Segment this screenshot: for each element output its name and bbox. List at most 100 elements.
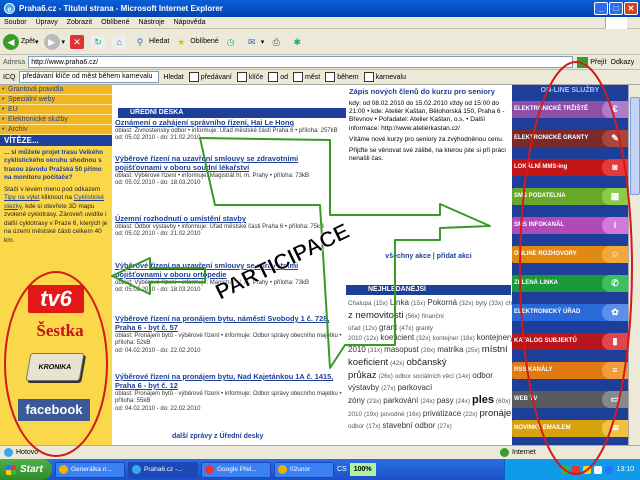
tag-link[interactable]: grant <box>379 323 397 332</box>
refresh-button[interactable]: ↻ <box>91 34 107 49</box>
window-title: Praha6.cz - Titulní strana - Microsoft I… <box>19 4 223 13</box>
nav-item[interactable]: Archiv <box>0 125 112 135</box>
tray-icon[interactable] <box>572 465 581 474</box>
menu-view[interactable]: Zobrazit <box>67 19 92 26</box>
highlight-word[interactable]: karnevalu <box>363 72 406 82</box>
service-button[interactable]: KATALOG SUBJEKTŮ ▮ <box>512 333 628 350</box>
service-button[interactable]: ELEKTRONICKÉ GRANTY ✎ <box>512 130 628 147</box>
nav-item[interactable]: EU <box>0 105 112 115</box>
notice-title[interactable]: Výběrové řízení na pronájem bytu, náměst… <box>115 314 345 333</box>
messenger-button[interactable]: ✱ <box>290 35 306 49</box>
service-button[interactable]: WEB TV ▭ <box>512 391 628 408</box>
highlight-word[interactable]: měst <box>293 72 320 82</box>
tag-link[interactable]: stavební odbor <box>382 421 435 430</box>
tag-link[interactable]: byty <box>475 300 487 307</box>
notice-meta: oblast: Výběrové řízení • informuje: Mag… <box>115 279 309 286</box>
vertical-scrollbar[interactable] <box>628 85 640 445</box>
tag-link[interactable]: Linka <box>390 298 409 307</box>
notice-title[interactable]: Výběrové řízení na pronájem bytu, Nad Ka… <box>115 372 345 391</box>
tray-icon[interactable] <box>583 465 592 474</box>
sestka-logo[interactable]: Šestka <box>20 321 100 341</box>
back-button[interactable]: ◀ Zpět ▾ <box>3 33 39 50</box>
tag-link[interactable]: ples <box>472 394 494 406</box>
tag-link[interactable]: kontejner <box>433 335 459 342</box>
toolbar-search-button[interactable]: Hledat <box>163 74 183 81</box>
event-title[interactable]: Zápis nových členů do kurzu pro seniory <box>349 87 508 97</box>
tray-icon[interactable] <box>561 465 570 474</box>
maximize-button[interactable]: □ <box>609 2 623 15</box>
tag-link[interactable]: masopust <box>384 345 419 354</box>
menu-help[interactable]: Nápověda <box>174 19 206 26</box>
zoom-indicator[interactable]: 100% <box>349 463 376 476</box>
service-button[interactable]: NOVINKY EMAILEM ✉ <box>512 420 628 437</box>
mail-button[interactable]: ✉ ▾ <box>245 35 264 49</box>
tag-link[interactable]: povodně <box>380 411 404 418</box>
tag-link[interactable]: odbor sociálních věcí <box>395 373 454 380</box>
notice-title[interactable]: Výběrové řízení na uzavření smlouvy se z… <box>115 154 345 173</box>
highlight-word[interactable]: klíče <box>236 72 263 82</box>
start-button[interactable]: Start <box>0 459 52 480</box>
tipy-link[interactable]: Tipy na výlet <box>4 194 40 201</box>
tag-link[interactable]: parkování <box>383 396 418 405</box>
event-text: Vítáme nové kurzy pro seniory za zvýhodn… <box>349 135 504 143</box>
tag-link[interactable]: matrika <box>437 345 463 354</box>
tag-link[interactable]: Chalupa <box>348 300 371 307</box>
events-column: Zápis nových členů do kurzu pro seniory … <box>346 85 605 445</box>
service-button[interactable]: ELEKTRONICKÉ TRŽIŠTĚ € <box>512 101 628 118</box>
facebook-logo[interactable]: facebook <box>18 399 90 421</box>
taskbar-item[interactable]: 02unor <box>274 461 334 478</box>
notice-title[interactable]: Výběrové řízení na uzavření smlouvy se z… <box>115 261 345 280</box>
service-button[interactable]: SMS PODATELNA ▦ <box>512 188 628 205</box>
tray-icon[interactable] <box>594 465 603 474</box>
taskbar-item-active[interactable]: Praha6.cz -... <box>128 461 198 478</box>
tag-count: (60x) <box>496 398 511 406</box>
print-button[interactable]: ⎙ <box>269 35 285 49</box>
all-events-link[interactable]: všechny akce | přidat akci <box>346 253 511 260</box>
history-button[interactable]: ◷ <box>224 35 240 49</box>
address-input[interactable]: http://www.praha6.cz/ <box>28 56 574 68</box>
taskbar-item[interactable]: Generálka n... <box>55 461 125 478</box>
search-button[interactable]: ⚲ Hledat <box>133 35 170 49</box>
tag-link[interactable]: Pokorná <box>427 298 457 307</box>
minimize-button[interactable]: _ <box>594 2 608 15</box>
notice-title[interactable]: Oznámení o zahájení správního řízení, Ha… <box>115 118 345 128</box>
service-button[interactable]: ONLINE ROZHOVORY ☺ <box>512 246 628 263</box>
service-button[interactable]: RSS KANÁLY ≡ <box>512 362 628 379</box>
more-notices-link[interactable]: další zprávy z Úřední desky <box>172 433 263 440</box>
tag-link[interactable]: privatizace <box>423 409 461 418</box>
nav-item[interactable]: Speciální weby <box>0 95 112 105</box>
menu-favorites[interactable]: Oblíbené <box>101 19 129 26</box>
highlight-word[interactable]: od <box>268 72 288 82</box>
tag-link[interactable]: koeficient <box>380 333 414 342</box>
service-button[interactable]: ELEKTRONICKÝ ÚŘAD ✿ <box>512 304 628 321</box>
search-select[interactable]: předávaní klíče od měst během karnevalu <box>19 71 160 83</box>
service-button[interactable]: LOKÁLNÍ MMS-ing ◙ <box>512 159 628 176</box>
menu-file[interactable]: Soubor <box>4 19 27 26</box>
tag-link[interactable]: kontejnery <box>477 333 514 342</box>
taskbar-item[interactable]: Google Přel... <box>201 461 271 478</box>
highlight-word[interactable]: během <box>325 72 359 82</box>
service-button[interactable]: ZELENÁ LINKA ✆ <box>512 275 628 292</box>
icq-label[interactable]: ICQ <box>3 74 15 81</box>
menu-edit[interactable]: Úpravy <box>36 19 58 26</box>
close-button[interactable]: ✕ <box>624 2 638 15</box>
stop-button[interactable]: ✕ <box>70 34 86 49</box>
tray-icon[interactable] <box>605 465 614 474</box>
tag-count: (18x) <box>460 335 475 343</box>
menu-tools[interactable]: Nástroje <box>138 19 164 26</box>
kronika-logo[interactable]: KRONIKA <box>25 353 85 381</box>
nav-item[interactable]: Elektronické služby <box>0 115 112 125</box>
go-button[interactable]: → Přejít <box>577 56 607 68</box>
links-label[interactable]: Odkazy <box>611 59 635 66</box>
notice-title[interactable]: Územní rozhodnutí o umístění stavby <box>115 214 345 224</box>
tv6-logo[interactable]: tv6 <box>28 285 84 313</box>
highlight-word[interactable]: předávaní <box>188 72 232 82</box>
favorites-button[interactable]: ★ Oblíbené <box>174 35 218 49</box>
scrollbar-thumb[interactable] <box>630 97 640 195</box>
tag-link[interactable]: pasy <box>437 396 454 405</box>
language-indicator[interactable]: CS <box>337 466 347 473</box>
service-button[interactable]: SMS INFOKANÁL i <box>512 217 628 234</box>
home-button[interactable]: ⌂ <box>112 34 128 49</box>
forward-button[interactable]: ▶ ▾ <box>43 33 65 50</box>
nav-item[interactable]: Grantová pravidla <box>0 85 112 95</box>
